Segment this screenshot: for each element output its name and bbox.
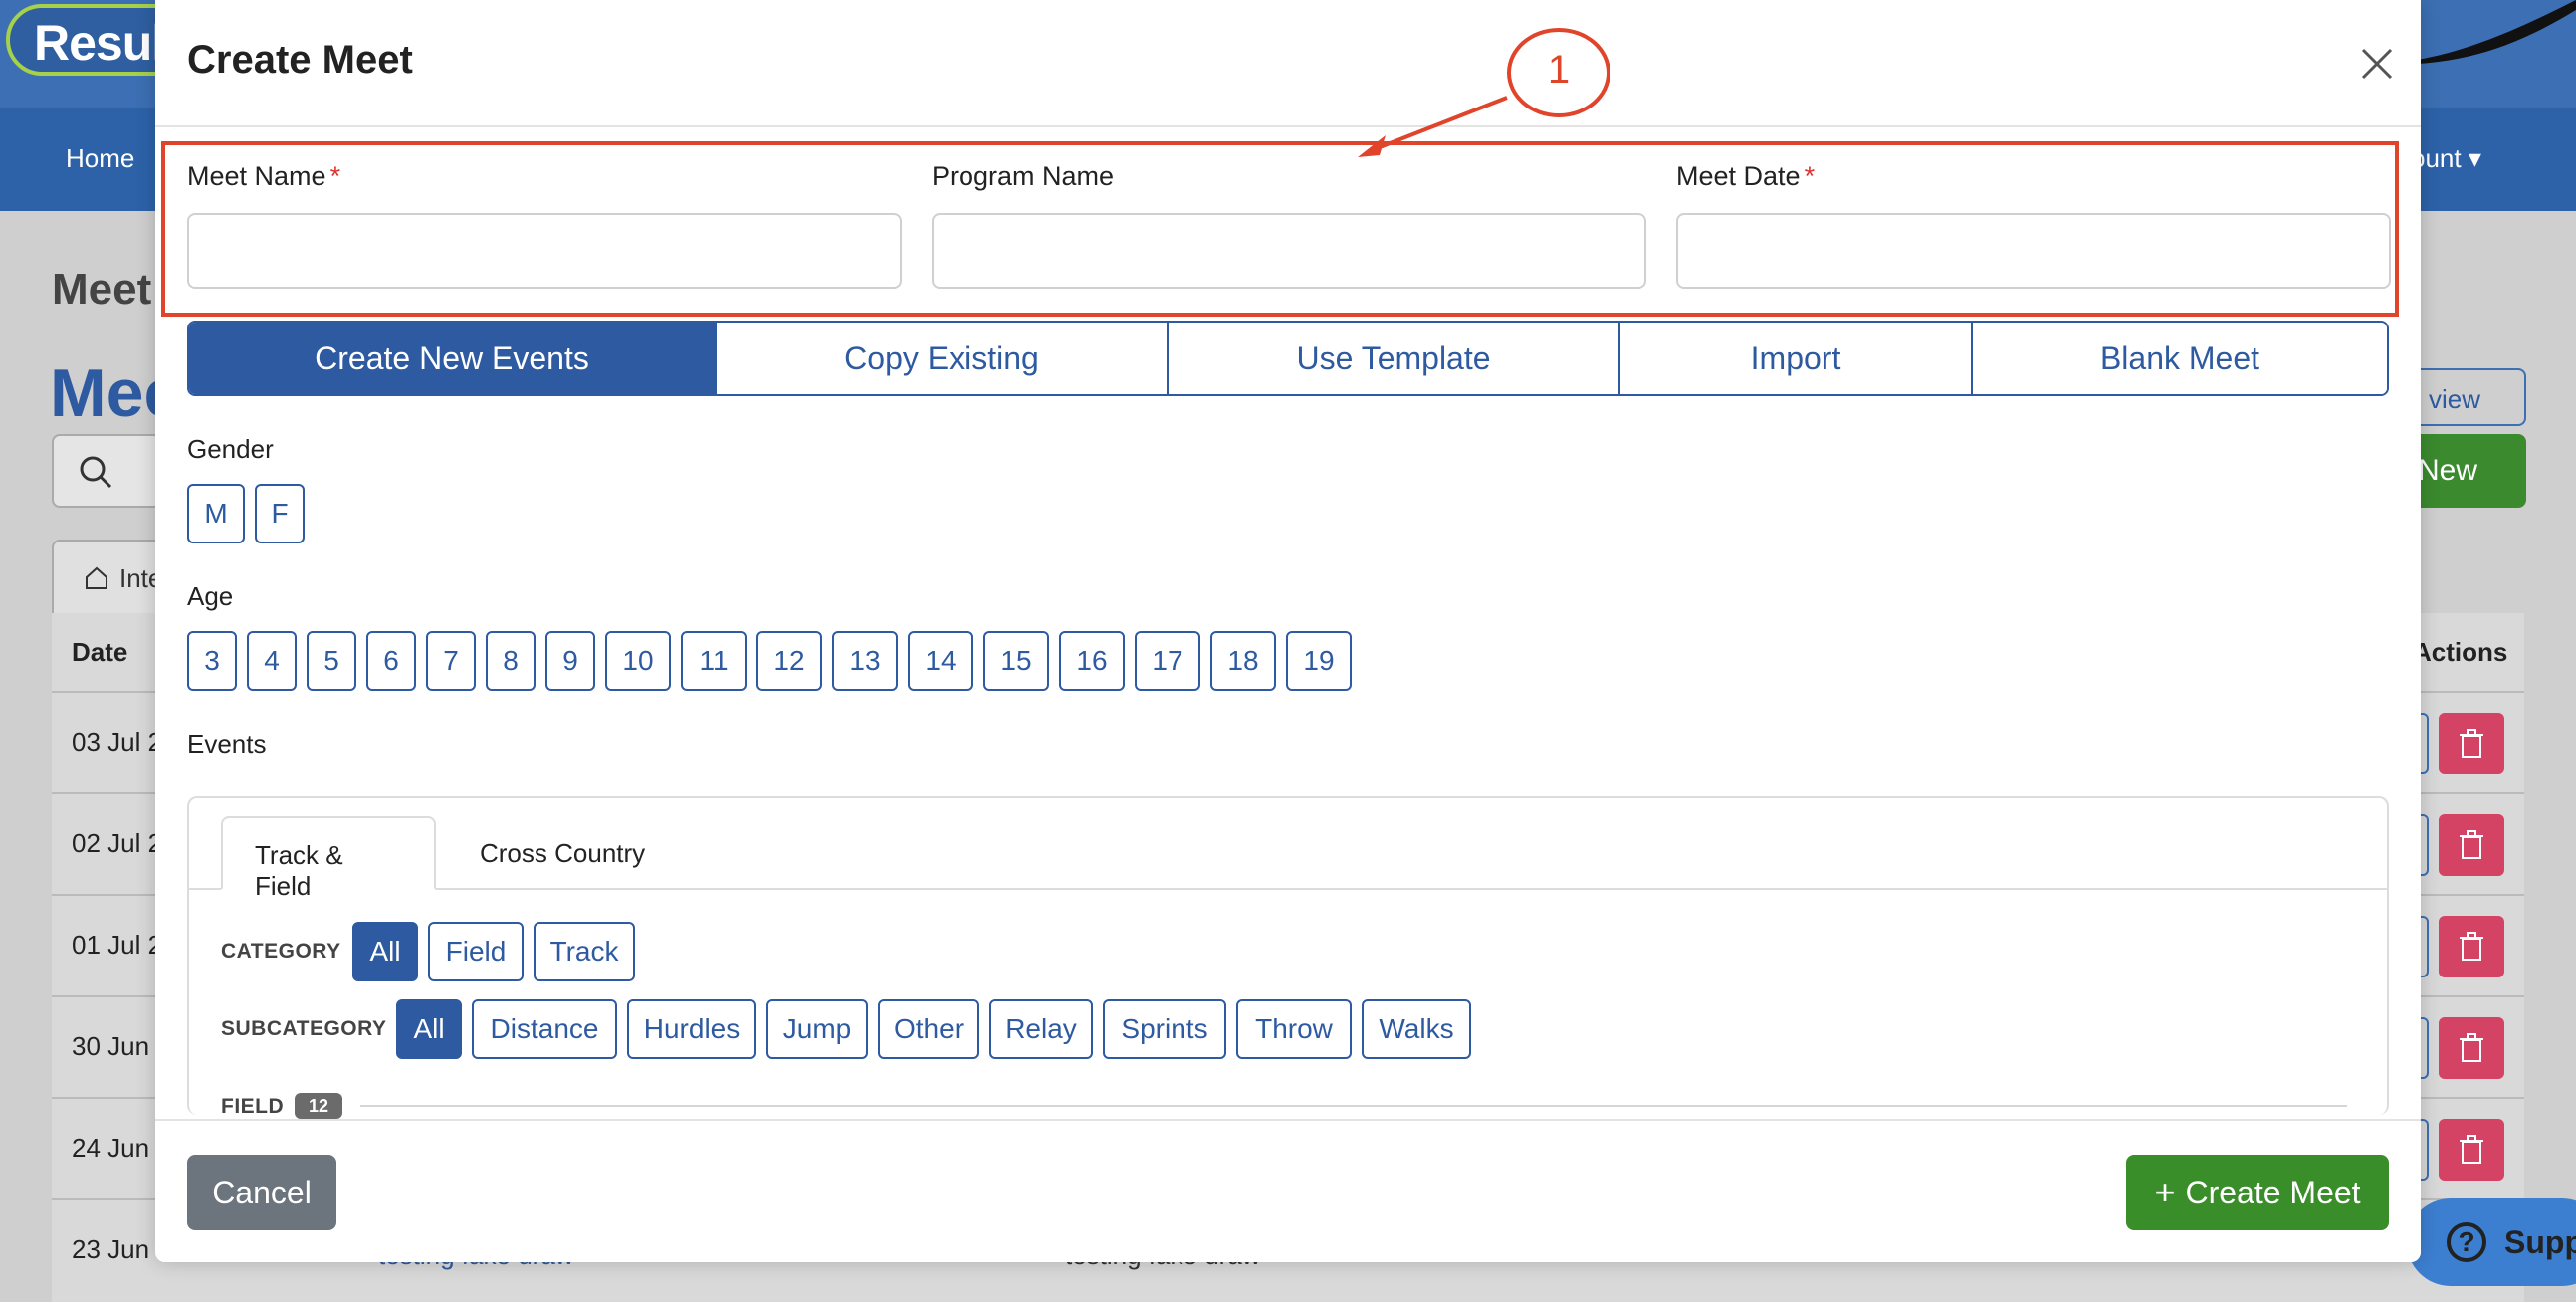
- age-chip[interactable]: 10: [605, 631, 671, 691]
- tab-copy-existing[interactable]: Copy Existing: [717, 323, 1169, 394]
- age-chip[interactable]: 19: [1286, 631, 1352, 691]
- help-icon: ?: [2447, 1222, 2486, 1262]
- trash-icon: [2460, 1033, 2483, 1062]
- support-button[interactable]: ? Supp: [2407, 1198, 2576, 1286]
- age-chip[interactable]: 12: [756, 631, 822, 691]
- trash-icon: [2460, 830, 2483, 859]
- search-button[interactable]: [52, 434, 161, 508]
- creation-mode-selector: Create New Events Copy Existing Use Temp…: [187, 321, 2389, 396]
- subcategory-chip-relay[interactable]: Relay: [989, 999, 1093, 1059]
- age-chip[interactable]: 3: [187, 631, 237, 691]
- annotation-number: 1: [1547, 48, 1571, 92]
- subcategory-chip-sprints[interactable]: Sprints: [1103, 999, 1226, 1059]
- gender-chip-f[interactable]: F: [255, 484, 305, 543]
- age-chip[interactable]: 14: [908, 631, 973, 691]
- category-chip-track[interactable]: Track: [534, 922, 635, 981]
- age-chip[interactable]: 17: [1135, 631, 1200, 691]
- create-meet-button[interactable]: + Create Meet: [2126, 1155, 2389, 1230]
- tab-track-and-field[interactable]: Track & Field: [221, 816, 436, 901]
- subcategory-chip-walks[interactable]: Walks: [1362, 999, 1471, 1059]
- column-header-date: Date: [72, 637, 128, 667]
- plus-icon: +: [2154, 1172, 2176, 1212]
- subcategory-chip-all[interactable]: All: [396, 999, 462, 1059]
- age-chip[interactable]: 8: [486, 631, 536, 691]
- age-chip[interactable]: 5: [307, 631, 356, 691]
- trash-icon: [2460, 1135, 2483, 1164]
- tab-blank-meet[interactable]: Blank Meet: [1973, 323, 2387, 394]
- age-chip[interactable]: 16: [1059, 631, 1125, 691]
- category-chip-all[interactable]: All: [352, 922, 418, 981]
- tab-cross-country[interactable]: Cross Country: [448, 816, 687, 890]
- category-chip-field[interactable]: Field: [428, 922, 524, 981]
- delete-button[interactable]: [2439, 916, 2504, 977]
- home-icon: [86, 566, 107, 589]
- age-chip[interactable]: 7: [426, 631, 476, 691]
- modal-header: Create Meet: [155, 0, 2421, 127]
- close-icon[interactable]: [2353, 40, 2401, 88]
- subcategory-chip-hurdles[interactable]: Hurdles: [627, 999, 756, 1059]
- brand-swoosh-icon: [2417, 0, 2576, 64]
- field-section-label: FIELD: [221, 1095, 285, 1115]
- field-count-badge: 12: [295, 1093, 342, 1119]
- age-chip[interactable]: 9: [545, 631, 595, 691]
- events-label: Events: [187, 729, 267, 759]
- cancel-button[interactable]: Cancel: [187, 1155, 336, 1230]
- gender-label: Gender: [187, 434, 274, 464]
- age-chip[interactable]: 15: [983, 631, 1049, 691]
- age-chip[interactable]: 13: [832, 631, 898, 691]
- annotation-highlight-box: [161, 141, 2399, 317]
- search-icon: [80, 456, 112, 489]
- annotation-arrow-icon: [1358, 96, 1508, 157]
- delete-button[interactable]: [2439, 1119, 2504, 1181]
- section-divider: [360, 1105, 2347, 1107]
- age-chip[interactable]: 18: [1210, 631, 1276, 691]
- tab-create-new-events[interactable]: Create New Events: [189, 323, 717, 394]
- column-header-actions: Actions: [2413, 637, 2508, 667]
- subcategory-label: SUBCATEGORY: [221, 1017, 387, 1040]
- tab-import[interactable]: Import: [1620, 323, 1973, 394]
- gender-chip-m[interactable]: M: [187, 484, 245, 543]
- modal-footer: Cancel + Create Meet: [155, 1119, 2421, 1262]
- subcategory-chip-throw[interactable]: Throw: [1236, 999, 1352, 1059]
- trash-icon: [2460, 729, 2483, 758]
- subcategory-chip-distance[interactable]: Distance: [472, 999, 617, 1059]
- subcategory-chip-jump[interactable]: Jump: [766, 999, 868, 1059]
- trash-icon: [2460, 932, 2483, 961]
- category-label: CATEGORY: [221, 940, 341, 963]
- modal-title: Create Meet: [187, 38, 413, 82]
- delete-button[interactable]: [2439, 1017, 2504, 1079]
- create-meet-label: Create Meet: [2185, 1174, 2361, 1210]
- age-label: Age: [187, 581, 234, 611]
- delete-button[interactable]: [2439, 814, 2504, 876]
- events-panel: Track & Field Cross Country CATEGORY All…: [187, 796, 2389, 1115]
- breadcrumb: Meet: [52, 265, 152, 314]
- tab-use-template[interactable]: Use Template: [1169, 323, 1620, 394]
- age-chip[interactable]: 4: [247, 631, 297, 691]
- age-chip[interactable]: 11: [681, 631, 747, 691]
- delete-button[interactable]: [2439, 713, 2504, 774]
- age-chip[interactable]: 6: [366, 631, 416, 691]
- subcategory-chip-other[interactable]: Other: [878, 999, 979, 1059]
- nav-account[interactable]: ount ▾: [2411, 143, 2481, 174]
- nav-home[interactable]: Home: [66, 143, 134, 174]
